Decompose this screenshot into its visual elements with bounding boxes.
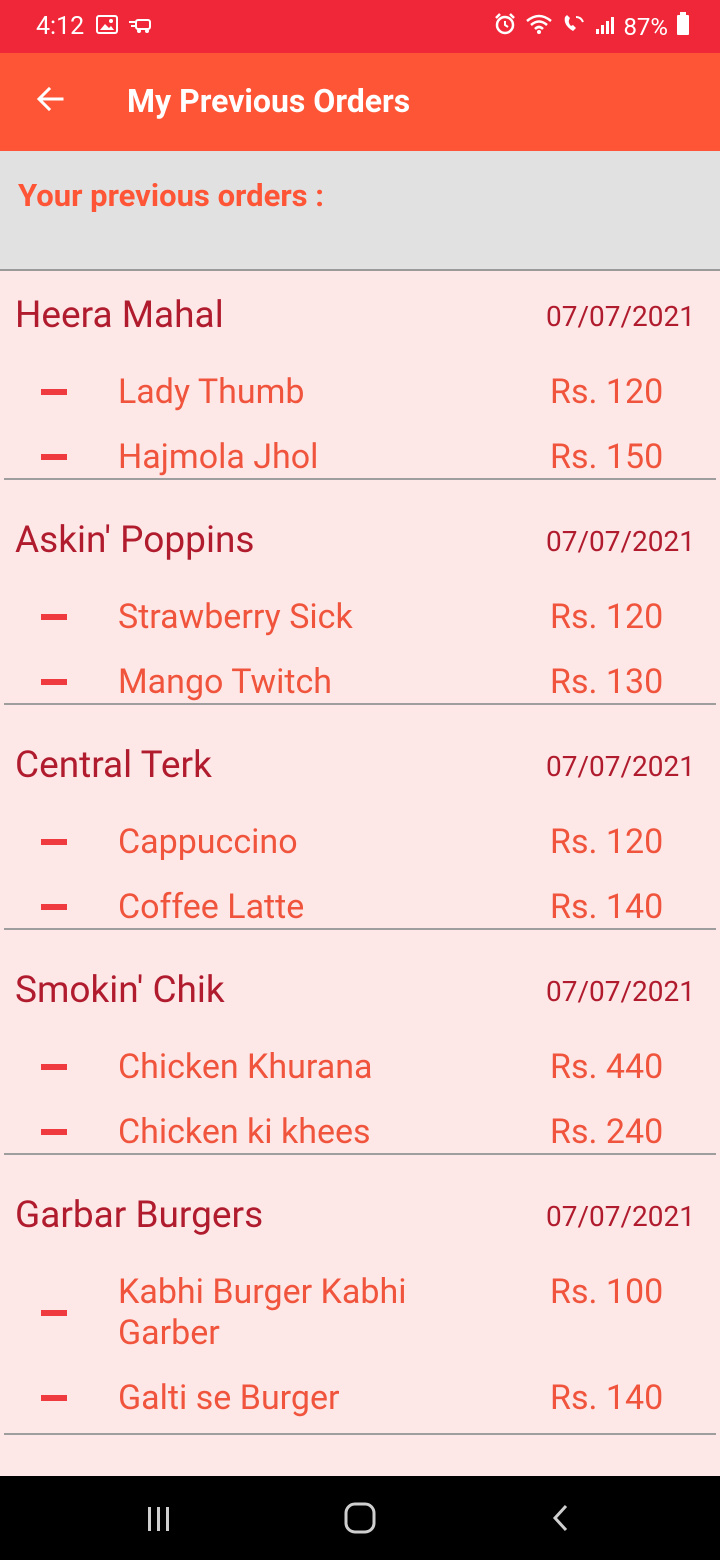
divider	[4, 478, 716, 480]
restaurant-name: Garbar Burgers	[15, 1194, 264, 1237]
minus-icon	[41, 454, 67, 460]
item-name: Galti se Burger	[118, 1378, 340, 1418]
item-name: Hajmola Jhol	[118, 437, 319, 477]
item-name: Chicken ki khees	[118, 1112, 371, 1152]
order-date: 07/07/2021	[546, 750, 695, 783]
order-card[interactable]: Smokin' Chik 07/07/2021 Chicken Khurana …	[0, 947, 720, 1172]
item-price: Rs. 120	[550, 822, 664, 862]
item-name: Lady Thumb	[118, 372, 305, 412]
item-price: Rs. 140	[550, 1378, 664, 1418]
gallery-icon	[96, 14, 118, 40]
minus-icon	[41, 1064, 67, 1070]
app-bar: My Previous Orders	[0, 53, 720, 151]
order-card[interactable]: Central Terk 07/07/2021 Cappuccino Rs. 1…	[0, 722, 720, 947]
order-card[interactable]: Heera Mahal 07/07/2021 Lady Thumb Rs. 12…	[0, 272, 720, 497]
restaurant-name: Heera Mahal	[15, 294, 224, 337]
divider	[4, 1433, 716, 1435]
item-name: Chicken Khurana	[118, 1047, 373, 1087]
item-price: Rs. 100	[550, 1272, 664, 1312]
status-time: 4:12	[36, 12, 85, 41]
delivery-icon	[128, 14, 154, 40]
order-card[interactable]: Garbar Burgers 07/07/2021 Kabhi Burger K…	[0, 1172, 720, 1435]
item-name: Kabhi Burger Kabhi Garber	[118, 1272, 407, 1353]
section-title: Your previous orders :	[18, 177, 325, 214]
back-button[interactable]	[26, 77, 74, 125]
item-price: Rs. 240	[550, 1112, 664, 1152]
order-date: 07/07/2021	[546, 525, 695, 558]
alarm-icon	[493, 12, 517, 42]
arrow-left-icon	[35, 84, 65, 118]
minus-icon	[41, 1129, 67, 1135]
restaurant-name: Central Terk	[15, 744, 212, 787]
page-title: My Previous Orders	[127, 82, 411, 120]
home-icon	[343, 1501, 377, 1539]
divider	[4, 703, 716, 705]
minus-icon	[41, 1395, 67, 1401]
nav-back-button[interactable]	[537, 1496, 585, 1544]
chevron-left-icon	[546, 1503, 576, 1537]
divider	[4, 1153, 716, 1155]
recents-button[interactable]	[135, 1496, 183, 1544]
home-button[interactable]	[336, 1496, 384, 1544]
minus-icon	[41, 389, 67, 395]
item-price: Rs. 440	[550, 1047, 664, 1087]
orders-list: Heera Mahal 07/07/2021 Lady Thumb Rs. 12…	[0, 272, 720, 1435]
minus-icon	[41, 839, 67, 845]
wifi-icon	[525, 13, 553, 41]
status-bar: 4:12 87%	[0, 0, 720, 53]
restaurant-name: Smokin' Chik	[15, 969, 225, 1012]
order-date: 07/07/2021	[546, 975, 695, 1008]
item-price: Rs. 120	[550, 597, 664, 637]
item-name: Cappuccino	[118, 822, 298, 862]
battery-icon	[676, 12, 690, 42]
wifi-call-icon	[561, 13, 587, 41]
minus-icon	[41, 904, 67, 910]
item-name: Mango Twitch	[118, 662, 333, 702]
item-price: Rs. 130	[550, 662, 664, 702]
battery-percent: 87%	[623, 13, 668, 41]
minus-icon	[41, 614, 67, 620]
item-price: Rs. 150	[550, 437, 664, 477]
signal-icon	[595, 13, 615, 41]
section-header: Your previous orders :	[0, 151, 720, 271]
item-price: Rs. 120	[550, 372, 664, 412]
system-nav-bar	[0, 1476, 720, 1560]
minus-icon	[41, 679, 67, 685]
restaurant-name: Askin' Poppins	[15, 519, 255, 562]
item-name: Coffee Latte	[118, 887, 305, 927]
order-date: 07/07/2021	[546, 1200, 695, 1233]
item-name: Strawberry Sick	[118, 597, 353, 637]
recents-icon	[144, 1503, 174, 1537]
divider	[4, 928, 716, 930]
order-card[interactable]: Askin' Poppins 07/07/2021 Strawberry Sic…	[0, 497, 720, 722]
order-date: 07/07/2021	[546, 300, 695, 333]
item-price: Rs. 140	[550, 887, 664, 927]
minus-icon	[41, 1310, 67, 1316]
